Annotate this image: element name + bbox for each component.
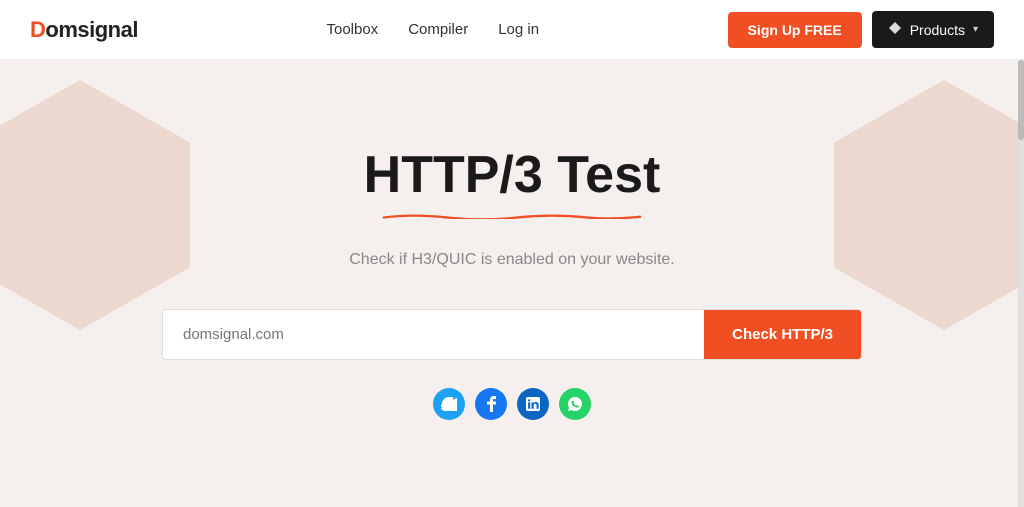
scrollbar-thumb[interactable] [1018, 60, 1024, 140]
navbar: Domsignal Toolbox Compiler Log in Sign U… [0, 0, 1024, 60]
products-button[interactable]: Products ▾ [872, 11, 994, 48]
title-underline [382, 213, 642, 219]
hero-section: HTTP/3 Test Check if H3/QUIC is enabled … [0, 60, 1024, 507]
nav-actions: Sign Up FREE Products ▾ [728, 11, 994, 48]
twitter-icon[interactable] [433, 388, 465, 420]
facebook-icon[interactable] [475, 388, 507, 420]
nav-login[interactable]: Log in [498, 21, 539, 38]
diamond-icon [888, 21, 902, 38]
linkedin-icon[interactable] [517, 388, 549, 420]
url-input[interactable] [163, 310, 704, 359]
check-button[interactable]: Check HTTP/3 [704, 310, 861, 359]
whatsapp-icon[interactable] [559, 388, 591, 420]
logo[interactable]: Domsignal [30, 17, 138, 43]
logo-text: omsignal [45, 17, 138, 43]
nav-toolbox[interactable]: Toolbox [326, 21, 378, 38]
hero-content: HTTP/3 Test Check if H3/QUIC is enabled … [0, 147, 1024, 419]
hero-subtitle: Check if H3/QUIC is enabled on your webs… [20, 251, 1004, 269]
page-title: HTTP/3 Test [364, 147, 661, 204]
products-label: Products [910, 22, 965, 38]
logo-d: D [30, 17, 45, 43]
social-icons [20, 388, 1004, 420]
nav-links: Toolbox Compiler Log in [326, 21, 539, 38]
signup-button[interactable]: Sign Up FREE [728, 12, 862, 48]
chevron-down-icon: ▾ [973, 24, 978, 35]
nav-compiler[interactable]: Compiler [408, 21, 468, 38]
search-bar: Check HTTP/3 [162, 309, 862, 360]
